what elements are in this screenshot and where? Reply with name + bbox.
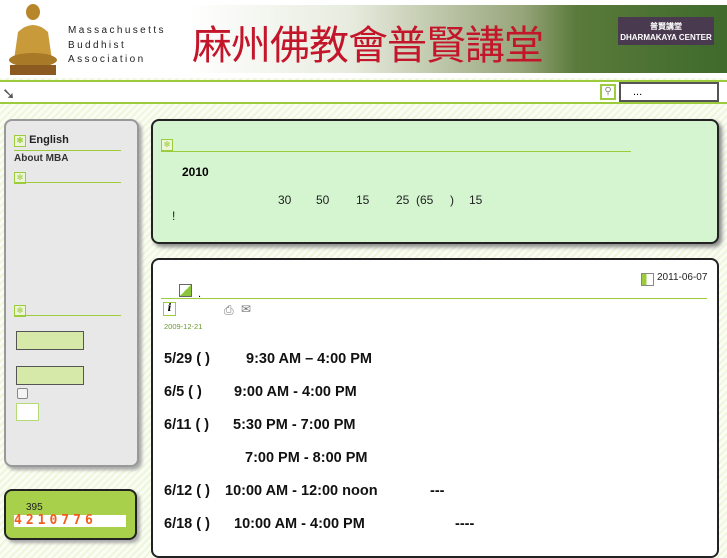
- header-banner: 麻州佛教會普賢講堂 普賢講堂 DHARMAKAYA CENTER: [188, 5, 727, 73]
- counter-digits: 4210776: [14, 514, 126, 527]
- notice-exclaim: !: [172, 209, 176, 223]
- sign-text-cn: 普賢講堂: [650, 22, 682, 31]
- flower-icon: ✻: [14, 135, 26, 147]
- search-icon[interactable]: ⚲: [600, 84, 616, 100]
- org-name-line: Association: [68, 54, 146, 65]
- divider: [14, 315, 121, 316]
- sidebar-panel: ✻ English About MBA ✻ ✻: [4, 119, 139, 467]
- schedule-date: 6/12 ( ): [164, 483, 210, 499]
- email-icon[interactable]: ✉: [241, 302, 251, 316]
- schedule-date: 5/29 ( ): [164, 351, 210, 367]
- site-header: Massachusetts Buddhist Association 麻州佛教會…: [0, 0, 727, 78]
- sidebar-item-about[interactable]: About MBA: [14, 153, 68, 164]
- article-icon: [179, 284, 192, 297]
- divider: [14, 150, 121, 151]
- english-label: English: [29, 134, 69, 146]
- counter-label: 395: [26, 502, 43, 513]
- arrow-icon[interactable]: ➘: [2, 84, 15, 104]
- org-name-line: Buddhist: [68, 40, 127, 51]
- schedule-date: 6/5 ( ): [164, 384, 202, 400]
- notice-year: 2010: [182, 165, 209, 179]
- notice-number: (65: [416, 193, 434, 207]
- divider: [14, 182, 121, 183]
- schedule-time: 5:30 PM - 7:00 PM: [233, 417, 356, 433]
- post-date: 2009-12-21: [164, 322, 203, 331]
- schedule-extra: ---: [430, 483, 445, 499]
- flower-icon: ✻: [161, 134, 173, 152]
- notice-number: ): [450, 193, 454, 207]
- sign-text-en: DHARMAKAYA CENTER: [620, 33, 712, 42]
- article-panel: 2011-06-07 . i ⎙ ✉ 2009-12-21 5/29 ( ) 9…: [151, 258, 719, 558]
- login-button[interactable]: [16, 403, 39, 421]
- schedule-time: 9:00 AM - 4:00 PM: [234, 384, 357, 400]
- notice-number: 15: [469, 193, 483, 207]
- buddha-logo[interactable]: [6, 2, 60, 76]
- schedule-time: 10:00 AM - 12:00 noon: [225, 483, 378, 499]
- remember-checkbox[interactable]: [17, 388, 28, 399]
- search-input[interactable]: [619, 82, 719, 102]
- notice-number: 15: [356, 193, 370, 207]
- chinese-title: 麻州佛教會普賢講堂: [192, 23, 544, 69]
- schedule-time: 10:00 AM - 4:00 PM: [234, 516, 365, 532]
- sidebar-item-english[interactable]: ✻ English: [14, 134, 69, 147]
- divider: [161, 298, 707, 299]
- calendar-icon: [641, 273, 654, 286]
- notice-number: 50: [316, 193, 330, 207]
- org-name-line: Massachusetts: [68, 25, 166, 36]
- info-icon[interactable]: i: [163, 302, 176, 316]
- toolbar: ➘ ⚲: [0, 80, 727, 104]
- divider: [161, 151, 631, 152]
- schedule-time: 9:30 AM – 4:00 PM: [246, 351, 372, 367]
- schedule-date: 6/18 ( ): [164, 516, 210, 532]
- username-field[interactable]: [16, 331, 84, 350]
- schedule-date: 6/11 ( ): [164, 417, 210, 433]
- password-field[interactable]: [16, 366, 84, 385]
- notice-number: 30: [278, 193, 292, 207]
- visitor-counter: 395 4210776: [4, 489, 137, 540]
- schedule-extra: ----: [455, 516, 475, 532]
- notice-panel: ✻ 2010 30 50 15 25 (65 ) 15 !: [151, 119, 719, 244]
- dharmakaya-sign: 普賢講堂 DHARMAKAYA CENTER: [618, 17, 714, 45]
- print-icon[interactable]: ⎙: [224, 303, 234, 318]
- schedule-time: 7:00 PM - 8:00 PM: [245, 450, 368, 466]
- article-date: 2011-06-07: [657, 272, 708, 283]
- notice-number: 25: [396, 193, 410, 207]
